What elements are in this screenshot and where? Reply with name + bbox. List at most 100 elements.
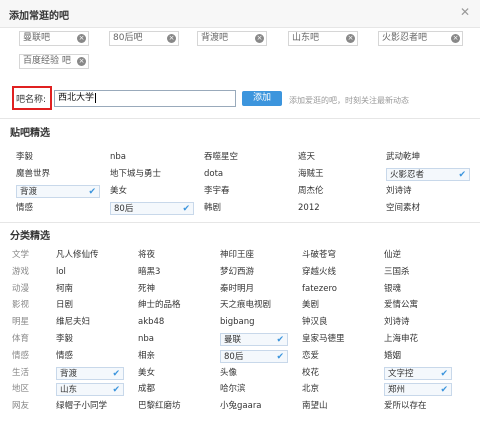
remove-icon[interactable]: × [77, 34, 86, 43]
category-label: 地区 [12, 384, 30, 395]
category-item-label: 李毅 [56, 334, 74, 344]
category-item[interactable]: 绿帽子小同学 [56, 400, 107, 413]
bar-chip[interactable]: 火影忍者吧 × [378, 31, 463, 46]
category-item[interactable]: 头像 [220, 367, 237, 380]
tieba-item[interactable]: 背渡 ✔ [16, 185, 100, 198]
category-item[interactable]: 婚姻 [384, 350, 401, 363]
category-item[interactable]: 美女 [138, 367, 155, 380]
category-item[interactable]: 南望山 [302, 400, 328, 413]
remove-icon[interactable]: × [346, 34, 355, 43]
tieba-item[interactable]: 美女 [110, 185, 127, 198]
category-item[interactable]: 小兔gaara [220, 400, 262, 413]
category-item[interactable]: 死神 [138, 283, 155, 296]
category-item-label: 山东 [60, 385, 78, 396]
tieba-item[interactable]: 80后 ✔ [110, 202, 194, 215]
tieba-item[interactable]: 吞噬星空 [204, 151, 238, 164]
remove-icon[interactable]: × [451, 34, 460, 43]
tieba-item[interactable]: 周杰伦 [298, 185, 324, 198]
category-item[interactable]: 上海申花 [384, 333, 418, 346]
category-item[interactable]: 神印王座 [220, 249, 254, 262]
tieba-item[interactable]: 李毅 [16, 151, 33, 164]
category-item[interactable]: 维尼夫妇 [56, 316, 90, 329]
category-item[interactable]: 相亲 [138, 350, 155, 363]
tieba-item[interactable]: dota [204, 168, 223, 181]
category-item[interactable]: 恋爱 [302, 350, 319, 363]
bar-chip[interactable]: 曼联吧 × [19, 31, 89, 46]
remove-icon[interactable]: × [255, 34, 264, 43]
category-item[interactable]: 将夜 [138, 249, 155, 262]
category-item-label: 死神 [138, 283, 156, 294]
check-icon: ✔ [440, 368, 448, 379]
category-item[interactable]: 穿越火线 [302, 266, 336, 279]
category-item[interactable]: 绅士的品格 [138, 299, 181, 312]
category-label: 文学 [12, 250, 30, 260]
tieba-item-label: 李宇春 [204, 186, 230, 196]
category-item[interactable]: 暗黑3 [138, 266, 160, 279]
category-item[interactable]: 爱情公寓 [384, 299, 418, 312]
category-item[interactable]: 刘诗诗 [384, 316, 410, 329]
category-item[interactable]: 斗破苍穹 [302, 249, 336, 262]
category-item[interactable]: 郑州 ✔ [384, 383, 452, 397]
tieba-item[interactable]: 情感 [16, 202, 33, 215]
category-item[interactable]: 校花 [302, 367, 319, 380]
check-icon: ✔ [276, 351, 284, 362]
tieba-item[interactable]: nba [110, 151, 126, 164]
bar-chip[interactable]: 80后吧 × [109, 31, 179, 46]
category-item-label: lol [56, 266, 66, 277]
tieba-item[interactable]: 韩剧 [204, 202, 221, 215]
remove-icon[interactable]: × [167, 34, 176, 43]
category-item[interactable]: 三国杀 [384, 266, 410, 279]
tieba-item[interactable]: 武动乾坤 [386, 151, 420, 164]
category-item[interactable]: 银魂 [384, 283, 401, 296]
bar-name-value: 西北大学 [58, 93, 95, 103]
category-item[interactable]: 钟汉良 [302, 316, 328, 329]
bar-chip[interactable]: 百度经验 吧 × [19, 54, 89, 69]
category-item[interactable]: bigbang [220, 316, 255, 329]
category-item[interactable]: 情感 [56, 350, 73, 363]
remove-icon[interactable]: × [77, 57, 86, 66]
category-item[interactable]: 仙逆 [384, 249, 401, 262]
category-item[interactable]: 巴黎红磨坊 [138, 400, 181, 413]
category-item[interactable]: 文字控 ✔ [384, 366, 452, 380]
category-item[interactable]: 哈尔滨 [220, 383, 246, 396]
tieba-item[interactable]: 火影忍者 ✔ [386, 168, 470, 181]
category-item[interactable]: 80后 ✔ [220, 349, 288, 363]
category-item[interactable]: 背渡 ✔ [56, 366, 124, 380]
tieba-item[interactable]: 空间素材 [386, 202, 420, 215]
category-item[interactable]: fatezero [302, 283, 337, 296]
category-item[interactable]: 山东 ✔ [56, 383, 124, 397]
add-button[interactable]: 添加 [242, 91, 282, 106]
tieba-item-label: 火影忍者 [390, 170, 425, 180]
category-item[interactable]: akb48 [138, 316, 164, 329]
category-item[interactable]: 秦时明月 [220, 283, 254, 296]
category-item-label: 钟汉良 [302, 317, 328, 328]
category-item[interactable]: 皇家马德里 [302, 333, 345, 346]
tieba-item[interactable]: 2012 [298, 202, 320, 215]
category-item[interactable]: 成都 [138, 383, 155, 396]
category-item[interactable]: 凡人修仙传 [56, 249, 99, 262]
category-item[interactable]: 日剧 [56, 299, 73, 312]
category-item[interactable]: 北京 [302, 383, 319, 396]
tieba-item[interactable]: 遮天 [298, 151, 315, 164]
category-item[interactable]: 曼联 ✔ [220, 333, 288, 346]
tieba-item[interactable]: 地下城与勇士 [110, 168, 161, 181]
category-item[interactable]: 爱所以存在 [384, 400, 427, 413]
category-item-label: 美剧 [302, 300, 320, 311]
category-item-label: 维尼夫妇 [56, 317, 91, 328]
category-item[interactable]: nba [138, 333, 154, 346]
category-item[interactable]: 美剧 [302, 299, 319, 312]
category-item[interactable]: 柯南 [56, 283, 73, 296]
bar-name-input[interactable]: 西北大学 [54, 90, 236, 107]
category-item[interactable]: 梦幻西游 [220, 266, 254, 279]
category-item[interactable]: lol [56, 266, 66, 279]
tieba-item[interactable]: 海贼王 [298, 168, 324, 181]
category-item[interactable]: 李毅 [56, 333, 73, 346]
bar-chip[interactable]: 背渡吧 × [197, 31, 267, 46]
tieba-item[interactable]: 魔兽世界 [16, 168, 50, 181]
tieba-item[interactable]: 刘诗诗 [386, 185, 412, 198]
tieba-item[interactable]: 李宇春 [204, 185, 230, 198]
category-item[interactable]: 天之痕电视剧 [220, 299, 271, 312]
bar-chip[interactable]: 山东吧 × [288, 31, 358, 46]
close-icon[interactable]: ✕ [460, 6, 472, 18]
category-item-label: 天之痕电视剧 [220, 300, 272, 311]
